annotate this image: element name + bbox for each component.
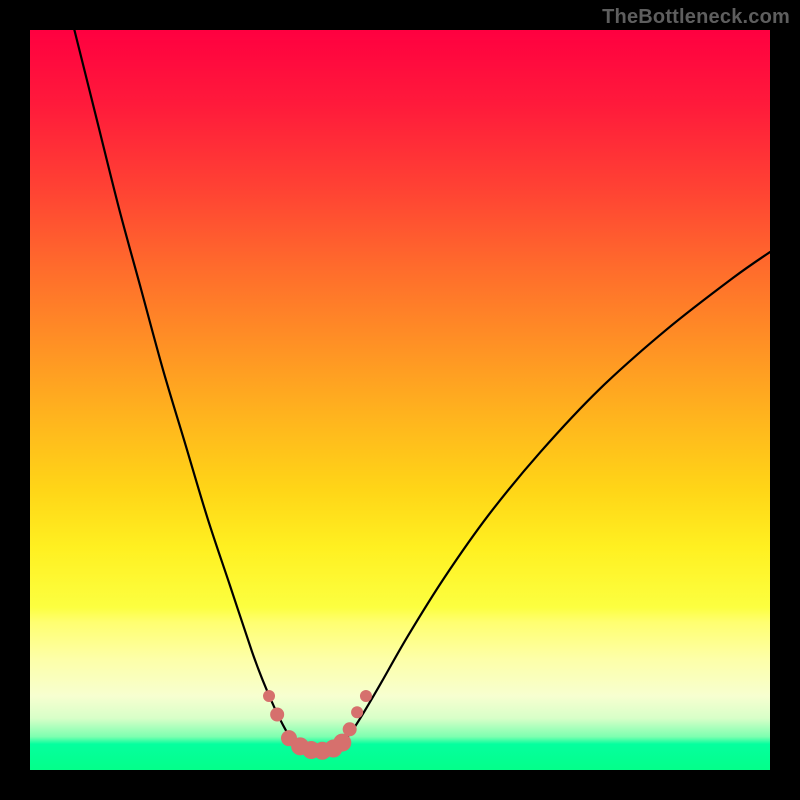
marker-dot [351,706,363,718]
marker-dot [263,690,275,702]
marker-dot [360,690,372,702]
marker-dot [333,734,351,752]
marker-dot [270,708,284,722]
plot-area [30,30,770,770]
watermark-text: TheBottleneck.com [602,6,790,29]
marker-dot [343,722,357,736]
chart-frame: TheBottleneck.com [0,0,800,800]
bottleneck-curve [74,30,770,751]
chart-svg [30,30,770,770]
